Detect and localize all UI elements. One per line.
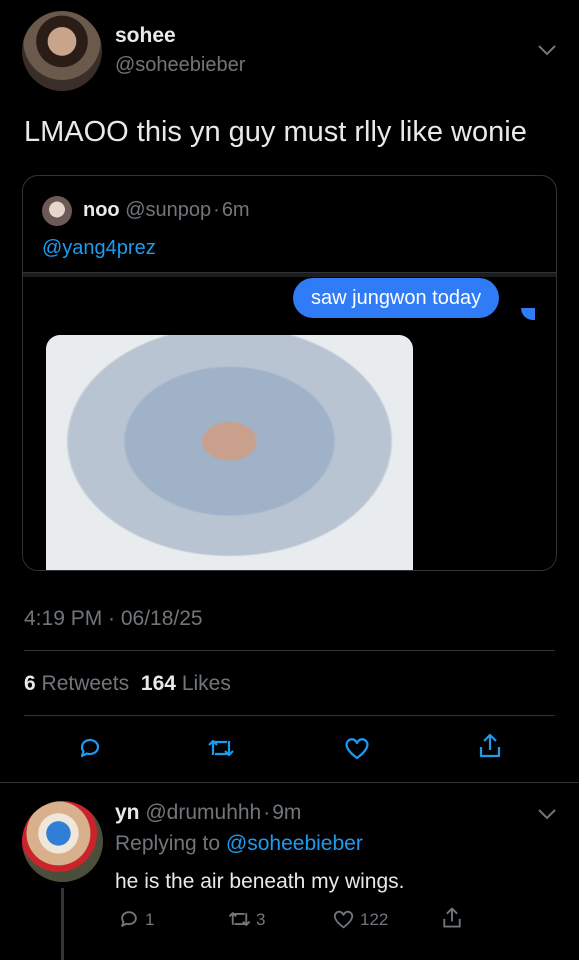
heart-icon[interactable] [342,734,372,762]
reply-icon[interactable] [76,734,104,762]
chevron-down-icon[interactable] [535,40,559,60]
reply-text: he is the air beneath my wings. [115,870,405,893]
author-display-name[interactable]: sohee [115,24,176,48]
bubble-tail [521,308,535,320]
quoted-media[interactable]: saw jungwon today [23,272,556,570]
author-handle[interactable]: @soheebieber [115,54,245,77]
retweet-icon[interactable] [226,907,253,931]
replying-to-handle[interactable]: @soheebieber [226,832,363,855]
message-bubble: saw jungwon today [293,278,500,318]
blurred-photo [46,335,413,570]
share-icon[interactable] [476,731,504,761]
quoted-display-name: noo [83,199,120,221]
likes-label[interactable]: Likes [182,672,231,695]
share-icon[interactable] [440,905,464,931]
retweet-icon[interactable] [205,734,237,762]
divider [24,650,555,651]
thread-line [61,888,64,960]
chevron-down-icon[interactable] [535,804,559,824]
reply-icon[interactable] [117,907,141,931]
like-count: 122 [360,910,389,929]
quoted-author-avatar [42,196,72,226]
reply-separator: · [263,801,271,824]
retweet-count: 3 [256,910,266,929]
quoted-age: 6m [221,199,250,221]
tweet-text: LMAOO this yn guy must rlly like wonie [24,116,527,148]
tweet-timestamp[interactable]: 4:19 PM · 06/18/25 [24,607,203,631]
replying-to-label: Replying to [115,832,221,855]
quoted-mention[interactable]: @yang4prez [42,237,156,260]
divider [0,782,579,783]
likes-count[interactable]: 164 [141,672,176,695]
quoted-separator: · [213,199,220,221]
reply-handle[interactable]: @drumuhhh [145,801,261,824]
author-avatar[interactable] [22,11,102,91]
reply-display-name[interactable]: yn [115,801,140,824]
divider [24,715,555,716]
reply-count: 1 [145,910,155,929]
reply-author-avatar[interactable] [22,801,103,882]
reply-age: 9m [272,801,302,824]
retweets-label[interactable]: Retweets [42,672,130,695]
retweets-count[interactable]: 6 [24,672,36,695]
heart-icon[interactable] [331,907,356,931]
quoted-handle: @sunpop [125,199,212,221]
quoted-tweet-card[interactable]: noo @sunpop · 6m @yang4prez saw jungwon to… [22,175,557,571]
